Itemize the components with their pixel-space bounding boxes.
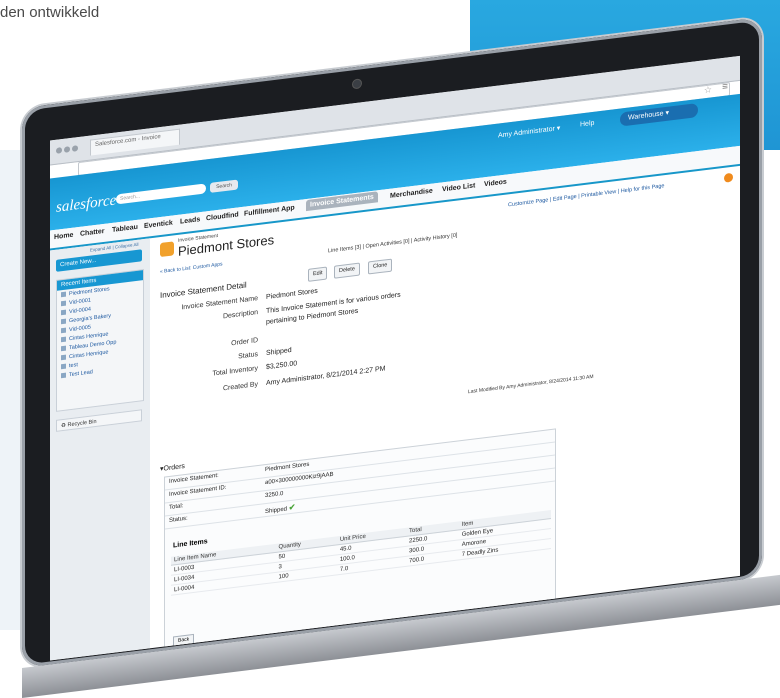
record-icon [61,309,66,315]
tab-merchandise[interactable]: Merchandise [390,188,433,200]
search-input[interactable]: Search... [116,183,206,205]
tab-fulfillment-app[interactable]: Fulfillment App [244,205,295,218]
invoice-record-icon [160,241,174,258]
tab-cloudfind[interactable]: Cloudfind [206,211,239,222]
orders-section-toggle[interactable]: ▾Orders [160,462,185,473]
clone-button[interactable]: Clone [368,258,393,275]
line-items-table: Line Item Name Quantity Unit Price Total… [171,510,551,596]
checkmark-icon: ✔ [288,502,296,513]
app-name: Warehouse [628,110,664,122]
tab-eventick[interactable]: Eventick [144,219,173,230]
help-icon[interactable] [724,172,733,183]
user-name: Amy Administrator [498,125,555,140]
tab-home[interactable]: Home [54,232,73,241]
bookmark-star-icon[interactable]: ☆ [704,84,712,96]
related-list-links[interactable]: Line Items [3] | Open Activities [0] | A… [328,233,457,255]
app-switcher[interactable]: Warehouse ▾ [620,102,698,127]
page-caption: den ontwikkeld [0,4,100,21]
back-to-list-link[interactable]: « Back to List: Custom Apps [160,261,223,275]
delete-button[interactable]: Delete [334,262,360,279]
record-icon [61,372,66,378]
user-menu[interactable]: Amy Administrator ▾ [498,124,560,140]
tab-tableau[interactable]: Tableau [112,224,138,234]
last-modified: Last Modified By Amy Administrator, 8/24… [468,373,594,396]
tab-video-list[interactable]: Video List [442,182,475,193]
salesforce-logo: salesforce [56,192,117,216]
tab-videos[interactable]: Videos [484,178,507,188]
main-content: Invoice Statement Piedmont Stores Custom… [158,166,738,654]
help-link[interactable]: Help [580,120,594,129]
record-icon [61,336,66,342]
create-new-button[interactable]: Create New... [56,249,142,272]
recycle-bin-link[interactable]: ♻ Recycle Bin [56,409,142,432]
sidebar: Expand All | Collapse All Create New... … [50,238,150,661]
record-icon [61,345,66,351]
laptop-screen: Salesforce.com - Invoice ☆ ≡ salesforce … [50,55,740,661]
record-icon [61,291,66,297]
record-icon [61,300,66,306]
search-button[interactable]: Search [210,179,238,193]
chevron-down-icon: ▾ [665,109,670,117]
record-icon [61,318,66,324]
recycle-icon: ♻ [61,422,66,430]
browser-menu-icon[interactable]: ≡ [722,81,728,93]
tab-chatter[interactable]: Chatter [80,228,105,238]
tab-leads[interactable]: Leads [180,216,200,225]
line-items-title: Line Items [173,538,208,550]
recent-items-panel: Recent Items Piedmont Stores Vid-0001 Vi… [56,269,144,412]
record-icon [61,327,66,333]
laptop: Salesforce.com - Invoice ☆ ≡ salesforce … [22,0,780,698]
record-icon [61,363,66,369]
edit-button[interactable]: Edit [308,266,328,282]
record-icon [61,354,66,360]
chevron-down-icon: ▾ [556,124,561,133]
